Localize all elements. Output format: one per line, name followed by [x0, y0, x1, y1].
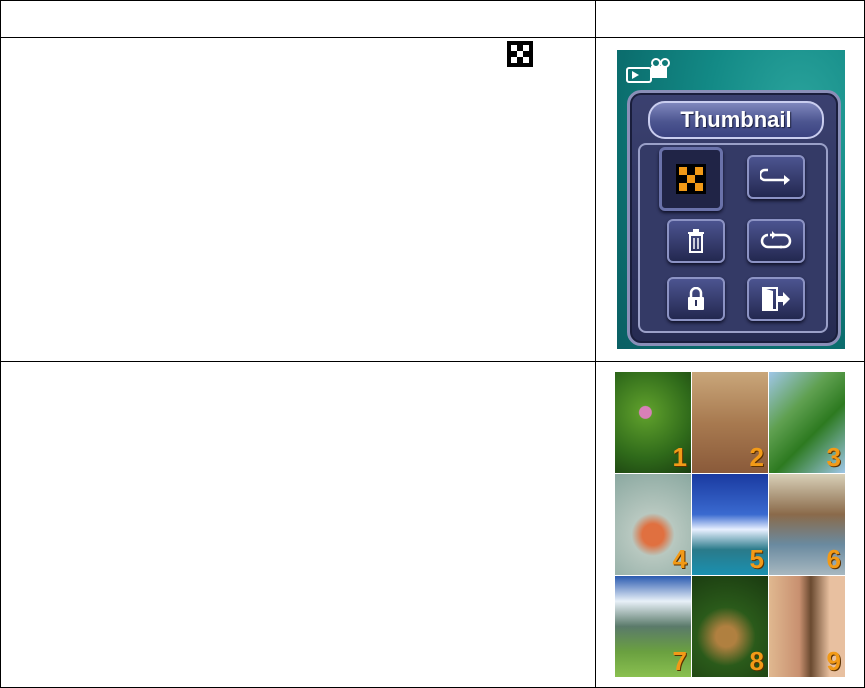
- thumbnail-grid-icon: [507, 41, 533, 67]
- exit-button[interactable]: [747, 277, 805, 321]
- thumbnail-grid-icon: [676, 164, 706, 194]
- thumbnail-tile[interactable]: 3: [769, 372, 845, 473]
- table-left-border: [0, 0, 1, 688]
- table-row-divider: [0, 37, 865, 38]
- thumbnail-tile[interactable]: 9: [769, 576, 845, 677]
- lock-icon: [688, 287, 704, 310]
- thumbnail-number: 7: [672, 646, 687, 676]
- thumbnail-button[interactable]: [659, 147, 723, 211]
- protect-button[interactable]: [667, 277, 725, 321]
- table-column-divider: [595, 0, 596, 688]
- return-button[interactable]: [747, 155, 805, 199]
- thumbnail-tile[interactable]: 6: [769, 474, 845, 575]
- thumbnail-number: 6: [826, 544, 841, 574]
- thumbnail-tile[interactable]: 2: [692, 372, 768, 473]
- table-row-divider: [0, 361, 865, 362]
- menu-title: Thumbnail: [648, 101, 824, 139]
- repeat-button[interactable]: [747, 219, 805, 263]
- delete-button[interactable]: [667, 219, 725, 263]
- thumbnail-number: 1: [672, 442, 687, 472]
- thumbnail-tile[interactable]: 1: [615, 372, 691, 473]
- thumbnail-grid: 1 2 3 4 5 6 7 8 9: [615, 372, 845, 678]
- trash-icon: [688, 229, 704, 253]
- thumbnail-tile[interactable]: 7: [615, 576, 691, 677]
- video-camera-icon: [626, 58, 670, 83]
- thumbnail-number: 3: [826, 442, 841, 472]
- repeat-icon: [760, 231, 792, 249]
- playback-menu-screenshot: Thumbnail: [617, 50, 845, 349]
- thumbnail-number: 9: [826, 646, 841, 676]
- thumbnail-tile[interactable]: 8: [692, 576, 768, 677]
- thumbnail-tile[interactable]: 4: [615, 474, 691, 575]
- thumbnail-number: 8: [749, 646, 764, 676]
- thumbnail-tile[interactable]: 5: [692, 474, 768, 575]
- return-arrow-icon: [760, 168, 790, 185]
- thumbnail-number: 2: [749, 442, 764, 472]
- thumbnail-menu-panel: Thumbnail: [627, 90, 841, 346]
- thumbnail-number: 4: [672, 544, 687, 574]
- thumbnail-number: 5: [749, 544, 764, 574]
- table-top-border: [0, 0, 865, 1]
- exit-door-icon: [762, 287, 790, 311]
